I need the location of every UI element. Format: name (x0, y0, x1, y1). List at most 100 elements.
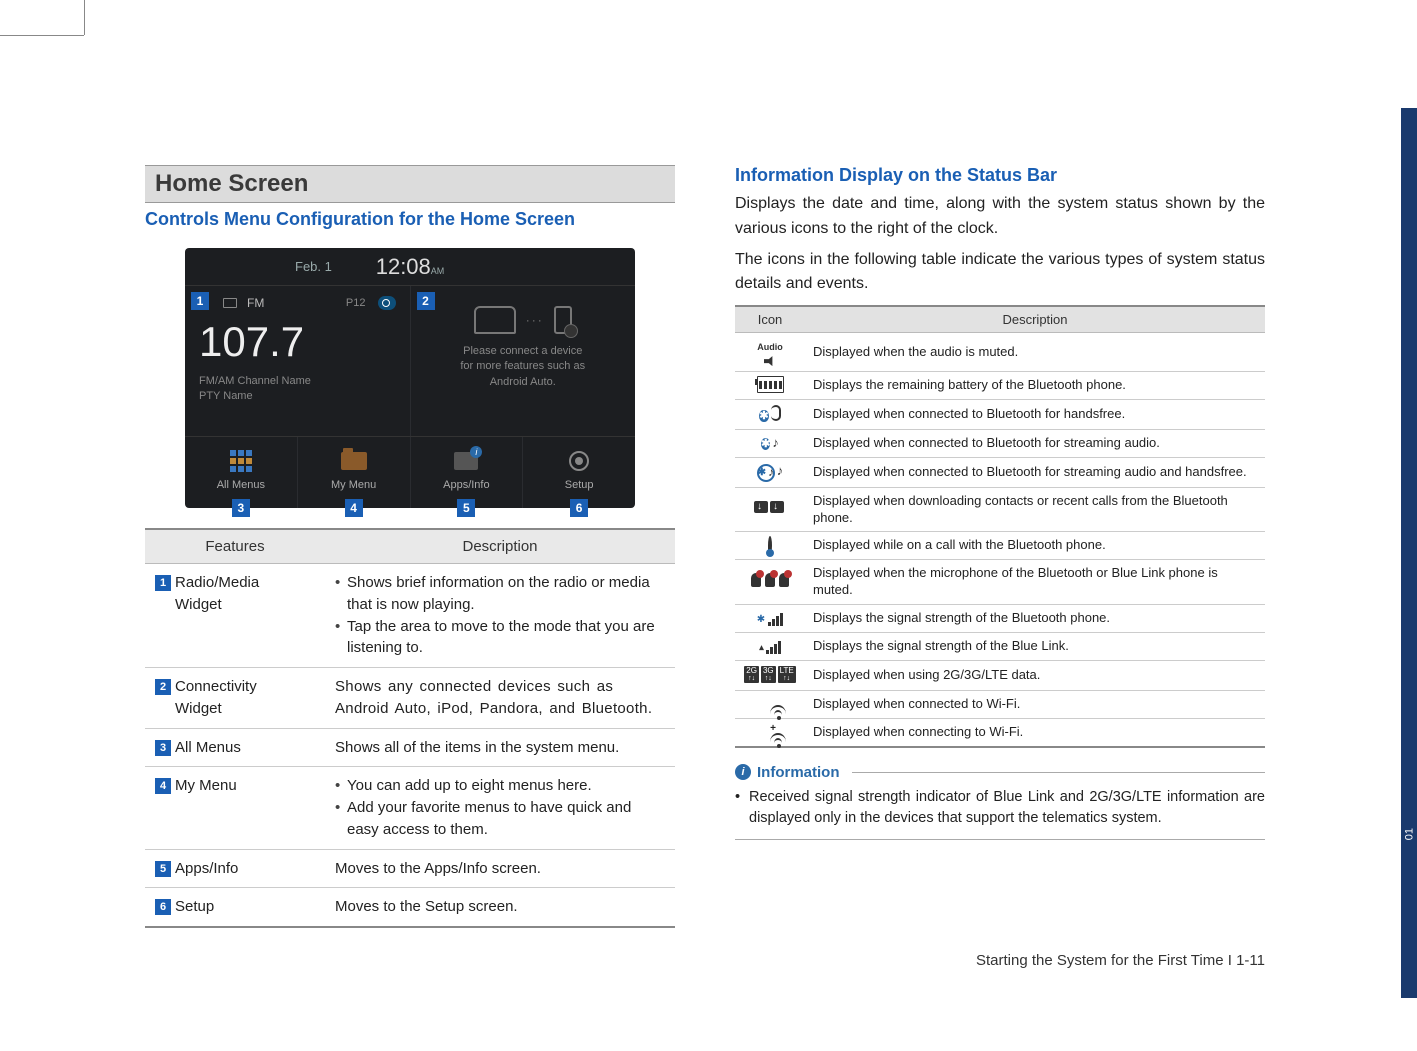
bbar-apps-info: Apps/Info 5 (411, 437, 524, 508)
icon-cell (735, 560, 805, 605)
section-heading-bar: Home Screen (145, 165, 675, 203)
radio-widget: 1 FM P12 107.7 FM/AM Channel Name PTY Na… (185, 286, 411, 436)
feature-name-cell: 2ConnectivityWidget (145, 668, 325, 729)
icon-row: +Displayed when connecting to Wi-Fi. (735, 718, 1265, 746)
features-header-1: Features (145, 529, 325, 564)
device-time: 12:08 (376, 254, 431, 279)
callout-5: 5 (457, 499, 475, 517)
bbar-label-2: My Menu (298, 479, 410, 491)
features-row: 2ConnectivityWidgetShows any connected d… (145, 668, 675, 729)
callout-3: 3 (232, 499, 250, 517)
features-header-2: Description (325, 529, 675, 564)
mic-mute-icon (749, 573, 791, 592)
feature-desc-cell: Shows all of the items in the system men… (325, 728, 675, 767)
feature-badge: 4 (155, 778, 171, 794)
icon-desc-cell: Displayed when the microphone of the Blu… (805, 560, 1265, 605)
bbar-label-1: All Menus (185, 479, 297, 491)
dots-icon (526, 313, 544, 327)
feature-desc-cell: Shows any connected devices such as Andr… (325, 668, 675, 729)
icon-cell: ✱ (735, 430, 805, 458)
bluetooth-call-icon (768, 538, 772, 555)
icon-cell: ✱ (735, 400, 805, 430)
features-row: 6SetupMoves to the Setup screen. (145, 888, 675, 927)
feature-name-cell: 5Apps/Info (145, 849, 325, 888)
feature-desc-item: Add your favorite menus to have quick an… (335, 797, 665, 841)
icon-row: ✱ Displayed when connected to Bluetooth f… (735, 430, 1265, 458)
chapter-tab: 01 (1401, 108, 1417, 998)
icon-desc-cell: Displayed when downloading contacts or r… (805, 487, 1265, 532)
feature-desc-item: Shows brief information on the radio or … (335, 572, 665, 616)
bluetooth-handsfree-icon: ✱ (759, 405, 780, 424)
icon-desc-cell: Displayed when connected to Bluetooth fo… (805, 400, 1265, 430)
feature-badge: 6 (155, 899, 171, 915)
feature-desc-item: You can add up to eight menus here. (335, 775, 665, 797)
icon-cell: 2G3GLTE (735, 661, 805, 691)
icon-desc-cell: Displays the signal strength of the Blue… (805, 633, 1265, 661)
bluetooth-audio-icon: ✱ (761, 435, 779, 452)
connect-msg-2: for more features such as (425, 359, 622, 374)
bbar-setup: Setup 6 (523, 437, 635, 508)
icon-cell: + (735, 718, 805, 746)
chapter-number: 01 (1403, 828, 1415, 840)
feature-name-line2: Widget (175, 700, 222, 717)
icon-desc-cell: Displayed when connected to Wi-Fi. (805, 691, 1265, 719)
icon-desc-cell: Displayed when connected to Bluetooth fo… (805, 458, 1265, 488)
crop-mark-vertical (84, 0, 85, 35)
icon-row: Displayed when connected to Wi-Fi. (735, 691, 1265, 719)
icon-table: Icon Description AudioDisplayed when the… (735, 305, 1265, 748)
feature-name: All Menus (175, 739, 241, 756)
section-title: Home Screen (155, 170, 665, 198)
channel-name: FM/AM Channel Name (199, 374, 396, 389)
info-title: Information (757, 764, 840, 781)
page-content: Home Screen Controls Menu Configuration … (145, 165, 1265, 969)
features-row: 4My MenuYou can add up to eight menus he… (145, 767, 675, 849)
feature-badge: 5 (155, 861, 171, 877)
grid-icon (230, 450, 252, 472)
icon-row: AudioDisplayed when the audio is muted. (735, 333, 1265, 372)
feature-name-cell: 6Setup (145, 888, 325, 927)
icon-desc-cell: Displayed when connecting to Wi-Fi. (805, 718, 1265, 746)
icon-row: Displays the signal strength of the Blue… (735, 633, 1265, 661)
bluetooth-signal-icon (757, 610, 783, 627)
icon-cell: ✱ (735, 458, 805, 488)
info-bullet: Received signal strength indicator of Bl… (735, 787, 1265, 829)
device-statusbar: Feb. 1 12:08AM (185, 248, 635, 286)
preset-label: P12 (346, 297, 366, 309)
feature-desc-cell: You can add up to eight menus here.Add y… (325, 767, 675, 849)
features-row: 5Apps/InfoMoves to the Apps/Info screen. (145, 849, 675, 888)
feature-desc-cell: Moves to the Apps/Info screen. (325, 849, 675, 888)
battery-icon (757, 377, 784, 394)
audio-mute-icon: Audio (757, 338, 783, 366)
device-bottom-bar: All Menus 3 My Menu 4 Apps/Info 5 (185, 436, 635, 508)
home-screen-mock: Feb. 1 12:08AM 1 FM P12 107.7 (185, 248, 635, 508)
icon-cell (735, 691, 805, 719)
icon-row: Displayed when downloading contacts or r… (735, 487, 1265, 532)
bbar-all-menus: All Menus 3 (185, 437, 298, 508)
device-ampm: AM (431, 266, 445, 276)
feature-name-line2: Widget (175, 596, 222, 613)
data-2g-3g-lte-icon: 2G3GLTE (743, 666, 796, 685)
device-date: Feb. 1 (295, 248, 332, 286)
feature-name-line1: Radio/Media (175, 574, 259, 591)
icon-row: ✱ Displayed when connected to Bluetooth f… (735, 458, 1265, 488)
feature-name-cell: 4My Menu (145, 767, 325, 849)
icon-desc-cell: Displayed when connected to Bluetooth fo… (805, 430, 1265, 458)
callout-2: 2 (417, 292, 435, 310)
connectivity-widget: 2 Please connect a device for more featu… (411, 286, 636, 436)
callout-6: 6 (570, 499, 588, 517)
phone-icon (554, 306, 572, 334)
right-para-1: Displays the date and time, along with t… (735, 192, 1265, 242)
feature-desc-cell: Moves to the Setup screen. (325, 888, 675, 927)
fm-label: FM (247, 296, 264, 310)
crop-mark-horizontal (0, 35, 84, 36)
feature-name-line1: Connectivity (175, 678, 257, 695)
radio-icon (223, 298, 237, 308)
features-table: Features Description 1Radio/MediaWidgetS… (145, 528, 675, 928)
icon-cell (735, 372, 805, 400)
connect-msg-1: Please connect a device (425, 344, 622, 359)
features-row: 3All MenusShows all of the items in the … (145, 728, 675, 767)
right-column: Information Display on the Status Bar Di… (735, 165, 1265, 928)
bluetooth-both-icon: ✱ (757, 463, 784, 482)
search-icon (378, 296, 396, 310)
icon-desc-cell: Displays the remaining battery of the Bl… (805, 372, 1265, 400)
